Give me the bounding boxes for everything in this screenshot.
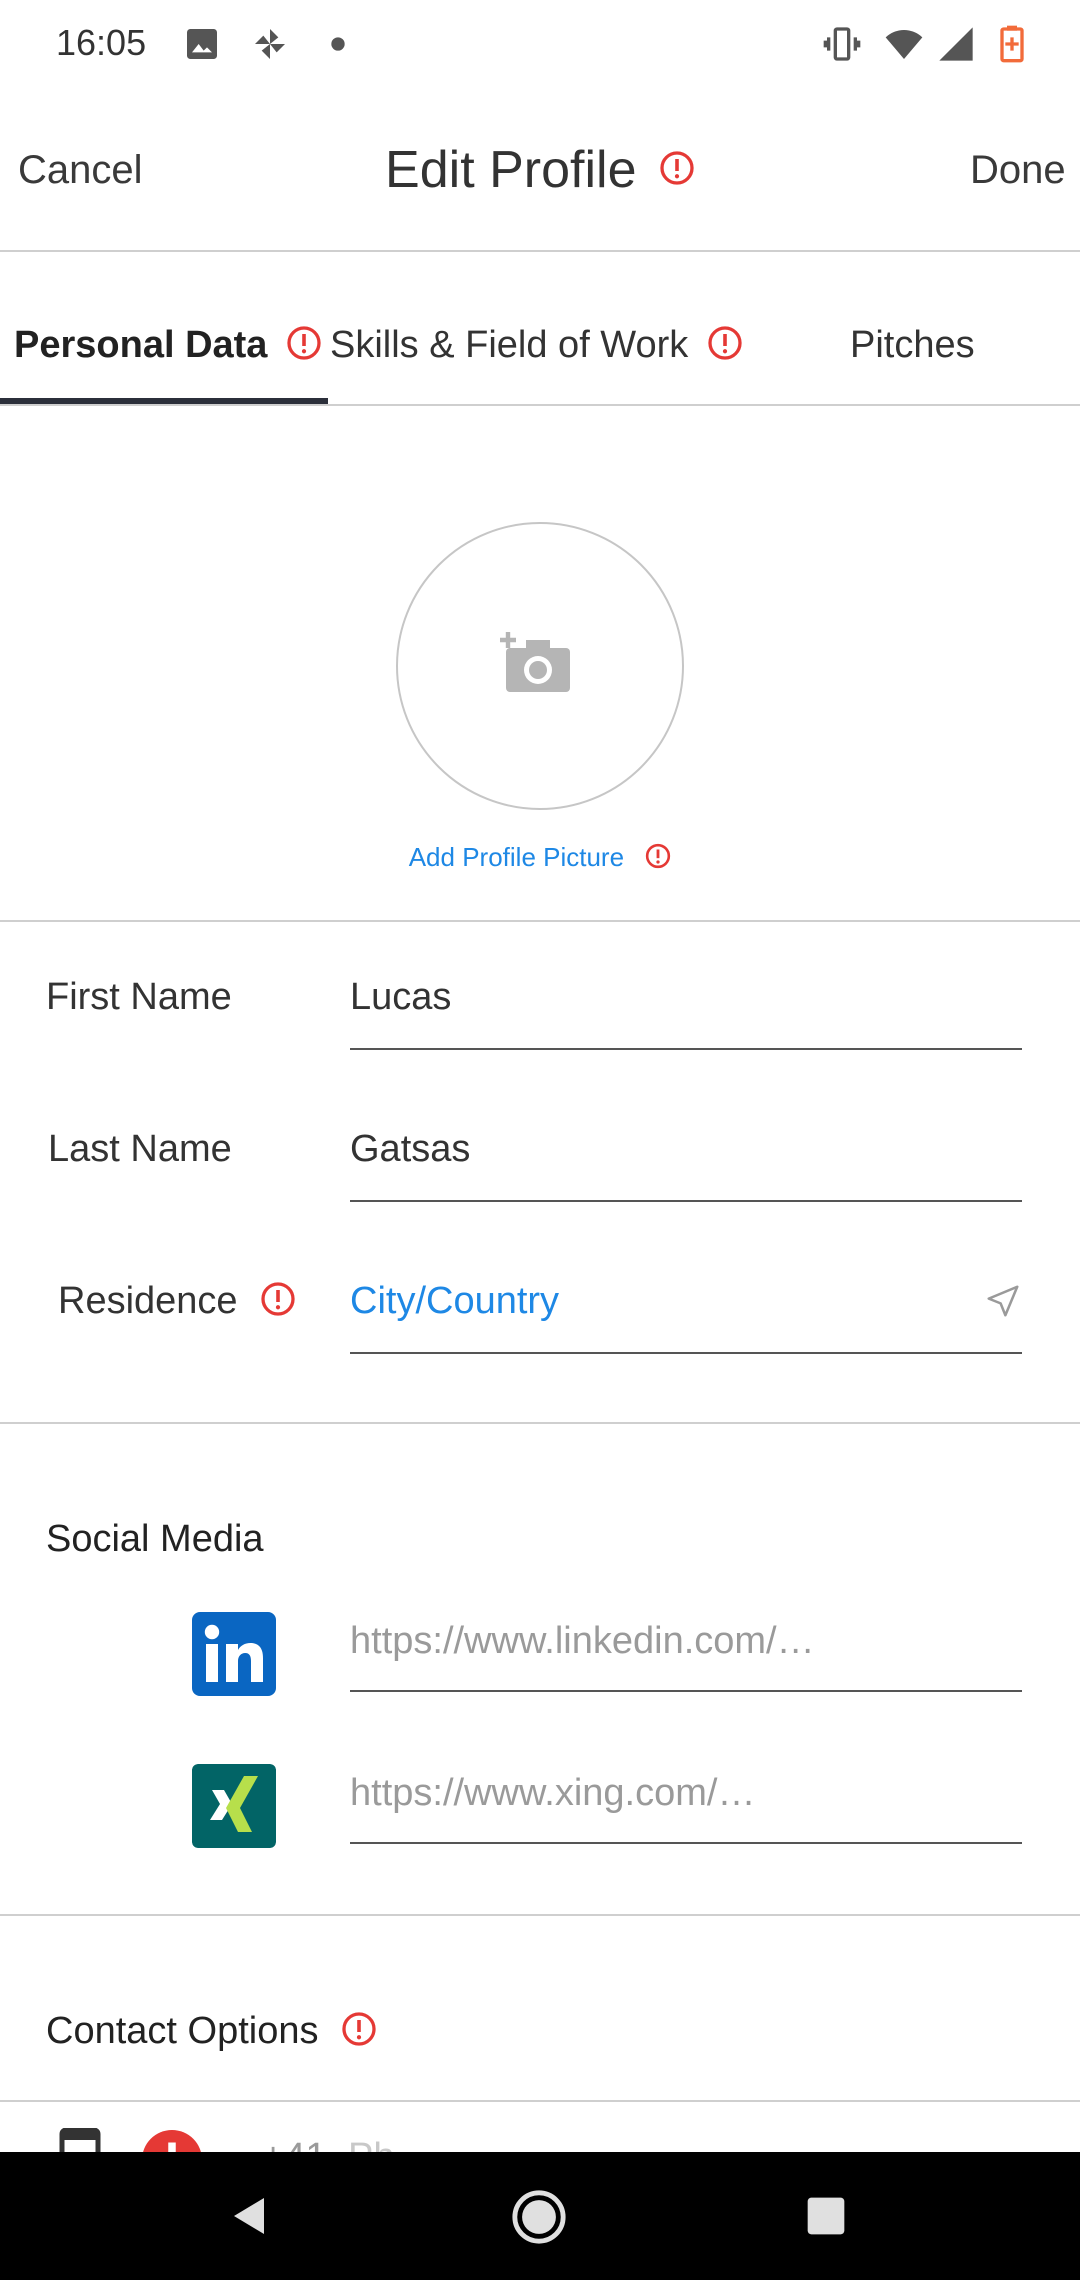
dot-icon [331, 37, 345, 51]
residence-label-text: Residence [58, 1280, 238, 1322]
error-filled-icon [143, 2130, 201, 2152]
profile-picture-button[interactable] [396, 522, 684, 810]
linkedin-underline [350, 1690, 1022, 1692]
xing-url-input[interactable]: https://www.xing.com/… [350, 1772, 755, 1815]
residence-field[interactable]: City/Country [350, 1280, 559, 1323]
divider [0, 920, 1080, 922]
header: Cancel Edit Profile Done [0, 90, 1080, 252]
location-arrow-icon[interactable] [984, 1282, 1022, 1320]
first-name-label: First Name [46, 976, 232, 1018]
signal-icon [939, 27, 973, 61]
last-name-underline [350, 1200, 1022, 1202]
xing-underline [350, 1842, 1022, 1844]
pinwheel-icon [255, 29, 285, 59]
error-icon [261, 1282, 295, 1316]
phone-icon [59, 2128, 101, 2152]
image-icon [187, 29, 217, 59]
battery-icon [1000, 25, 1024, 63]
wifi-icon [885, 30, 923, 59]
navigation-bar [0, 2152, 1080, 2280]
status-time: 16:05 [56, 22, 147, 63]
home-icon[interactable] [510, 2188, 568, 2246]
done-button[interactable]: Done [970, 148, 1066, 193]
contact-options-title: Contact Options [46, 2010, 377, 2053]
linkedin-icon [192, 1612, 276, 1696]
page-title: Edit Profile [0, 140, 1080, 200]
tab-label: Skills & Field of Work [330, 324, 689, 366]
contact-options-title-text: Contact Options [46, 2010, 319, 2052]
tab-label: Personal Data [14, 324, 268, 366]
divider [0, 1422, 1080, 1424]
add-profile-picture-link[interactable]: Add Profile Picture [0, 842, 1080, 873]
error-icon [342, 2012, 376, 2046]
residence-underline [350, 1352, 1022, 1354]
first-name-underline [350, 1048, 1022, 1050]
tab-skills-field-of-work[interactable]: Skills & Field of Work [330, 324, 743, 367]
phone-input[interactable]: Ph [348, 2136, 394, 2152]
back-icon[interactable] [226, 2192, 274, 2240]
linkedin-url-input[interactable]: https://www.linkedin.com/… [350, 1620, 815, 1663]
add-camera-icon [500, 632, 570, 692]
xing-icon [192, 1764, 276, 1848]
phone-row: +41 Ph [0, 2102, 1080, 2152]
last-name-field[interactable]: Gatsas [350, 1128, 470, 1171]
social-media-title: Social Media [46, 1518, 264, 1560]
page-title-text: Edit Profile [385, 141, 637, 199]
residence-label: Residence [58, 1280, 296, 1323]
error-icon [646, 843, 671, 869]
error-icon [708, 326, 742, 360]
last-name-label: Last Name [48, 1128, 232, 1170]
divider [0, 1914, 1080, 1916]
error-icon [660, 151, 694, 185]
tab-pitches[interactable]: Pitches [850, 324, 975, 367]
recents-icon[interactable] [804, 2194, 848, 2238]
add-profile-picture-label: Add Profile Picture [408, 842, 625, 872]
active-tab-indicator [0, 398, 328, 404]
phone-prefix: +41 [262, 2136, 326, 2152]
tab-personal-data[interactable]: Personal Data [14, 324, 322, 367]
vibrate-icon [823, 27, 861, 61]
status-bar: 16:05 [0, 0, 1080, 90]
first-name-field[interactable]: Lucas [350, 976, 451, 1019]
error-icon [287, 326, 321, 360]
tab-bar: Personal Data Skills & Field of Work Pit… [0, 252, 1080, 406]
